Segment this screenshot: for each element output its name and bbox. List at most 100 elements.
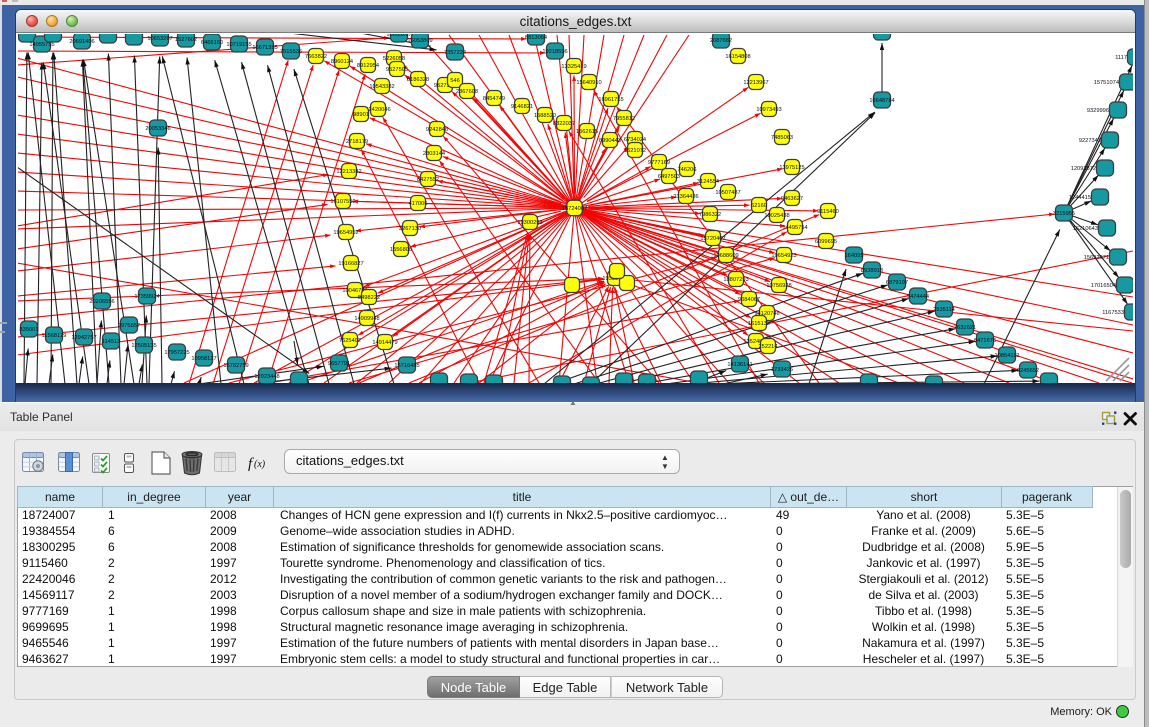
svg-text:1556808: 1556808 (390, 247, 412, 253)
svg-text:3124554: 3124554 (697, 179, 719, 185)
svg-text:15692971: 15692971 (1084, 255, 1109, 261)
svg-text:12923448: 12923448 (254, 374, 279, 380)
svg-text:1588520: 1588520 (534, 113, 556, 119)
svg-text:5498222: 5498222 (358, 295, 380, 301)
svg-text:9474444: 9474444 (907, 294, 929, 300)
svg-text:8960124: 8960124 (331, 59, 353, 65)
svg-text:18724007: 18724007 (562, 206, 587, 212)
svg-text:417006: 417006 (409, 201, 428, 207)
svg-text:10025438: 10025438 (764, 213, 789, 219)
svg-text:14495754: 14495754 (782, 225, 807, 231)
svg-text:17359924: 17359924 (134, 294, 159, 300)
svg-text:19300293: 19300293 (517, 220, 542, 226)
svg-text:1244415: 1244415 (1069, 195, 1091, 201)
svg-text:2367608: 2367608 (456, 89, 478, 95)
svg-text:16154808: 16154808 (725, 54, 750, 60)
svg-text:16961755: 16961755 (598, 97, 623, 103)
svg-text:12505135: 12505135 (131, 343, 156, 349)
svg-text:1562615: 1562615 (576, 129, 598, 135)
svg-text:7986322: 7986322 (699, 212, 721, 218)
svg-text:8454749: 8454749 (483, 96, 505, 102)
svg-text:17016504: 17016504 (1091, 283, 1116, 289)
svg-text:9245652: 9245652 (1017, 368, 1039, 374)
svg-text:14055755: 14055755 (29, 42, 54, 48)
svg-text:19654952: 19654952 (333, 230, 358, 236)
svg-text:20691406: 20691406 (69, 39, 94, 45)
svg-text:9084067: 9084067 (738, 297, 760, 303)
svg-text:9227343: 9227343 (1079, 138, 1101, 144)
svg-text:7663822: 7663822 (305, 54, 327, 60)
svg-text:16782759: 16782759 (223, 363, 248, 369)
svg-text:7632621: 7632621 (954, 325, 976, 331)
svg-text:546: 546 (450, 78, 460, 84)
svg-text:16107552: 16107552 (330, 199, 355, 205)
svg-text:12942757: 12942757 (71, 335, 96, 341)
svg-text:98901: 98901 (353, 112, 369, 118)
svg-text:3267130: 3267130 (399, 226, 421, 232)
svg-text:16210643: 16210643 (1073, 226, 1098, 232)
svg-text:8912954: 8912954 (357, 63, 379, 69)
svg-text:2935114: 2935114 (933, 307, 955, 313)
svg-text:9146821: 9146821 (511, 104, 533, 110)
svg-text:16053809: 16053809 (407, 38, 432, 44)
svg-text:2803144: 2803144 (423, 151, 445, 157)
svg-text:21364436: 21364436 (673, 194, 698, 200)
svg-text:1621072: 1621072 (624, 148, 646, 154)
svg-text:9777169: 9777169 (648, 160, 670, 166)
svg-text:13975125: 13975125 (779, 165, 804, 171)
svg-text:1733426: 1733426 (771, 367, 793, 373)
svg-text:9527505: 9527505 (386, 67, 408, 73)
svg-text:7955812: 7955812 (613, 116, 635, 122)
svg-text:7357224: 7357224 (444, 50, 466, 56)
svg-text:9242848: 9242848 (426, 127, 448, 133)
svg-text:9975857: 9975857 (118, 323, 140, 329)
svg-text:11568129: 11568129 (42, 333, 67, 339)
svg-text:15640910: 15640910 (576, 80, 601, 86)
svg-text:9657791: 9657791 (328, 361, 350, 367)
svg-text:20206556: 20206556 (89, 299, 114, 305)
svg-text:8186328: 8186328 (407, 77, 429, 83)
svg-text:18807293: 18807293 (723, 277, 748, 283)
svg-text:13325419: 13325419 (561, 64, 586, 70)
svg-text:1167533: 1167533 (1102, 310, 1124, 316)
svg-text:164095: 164095 (845, 253, 864, 259)
svg-text:10756928: 10756928 (766, 283, 791, 289)
svg-text:8813054: 8813054 (525, 35, 547, 41)
svg-text:10973493: 10973493 (756, 107, 781, 113)
svg-text:746206: 746206 (678, 167, 697, 173)
svg-text:1527602: 1527602 (175, 37, 197, 43)
svg-text:6466160: 6466160 (201, 40, 223, 46)
svg-text:16671355: 16671355 (252, 45, 277, 51)
svg-text:1615132: 1615132 (748, 321, 770, 327)
svg-text:20053346: 20053346 (145, 126, 170, 132)
svg-text:16648784: 16648784 (869, 98, 894, 104)
svg-text:12213967: 12213967 (743, 80, 768, 86)
svg-text:14914479: 14914479 (372, 340, 397, 346)
svg-text:15751074: 15751074 (1094, 80, 1119, 86)
svg-text:62160: 62160 (751, 203, 767, 209)
svg-text:10507487: 10507487 (715, 190, 740, 196)
svg-text:15716485: 15716485 (394, 363, 419, 369)
svg-text:7625402: 7625402 (339, 338, 361, 344)
svg-text:7515536: 7515536 (280, 49, 302, 55)
svg-text:3215955: 3215955 (1053, 211, 1075, 217)
svg-text:12093872: 12093872 (1071, 166, 1096, 172)
svg-text:9463627: 9463627 (781, 196, 803, 202)
svg-text:(x): (x) (254, 459, 266, 470)
svg-text:7485063: 7485063 (771, 135, 793, 141)
svg-text:8471676: 8471676 (974, 338, 996, 344)
svg-text:6879197: 6879197 (886, 280, 908, 286)
svg-text:8938918: 8938918 (861, 268, 883, 274)
svg-text:8322037: 8322037 (553, 121, 575, 127)
svg-text:6497503: 6497503 (658, 174, 680, 180)
svg-text:19166827: 19166827 (338, 261, 363, 267)
svg-text:15720407: 15720407 (700, 236, 725, 242)
svg-text:8427552: 8427552 (417, 177, 439, 183)
svg-text:10653267: 10653267 (147, 36, 172, 42)
svg-text:14909948: 14909948 (354, 316, 379, 322)
svg-text:10719155: 10719155 (226, 42, 251, 48)
svg-text:6099695: 6099695 (815, 239, 837, 245)
svg-text:17957225: 17957225 (164, 350, 189, 356)
svg-text:14136141: 14136141 (727, 362, 752, 368)
svg-text:10854112: 10854112 (995, 353, 1020, 359)
